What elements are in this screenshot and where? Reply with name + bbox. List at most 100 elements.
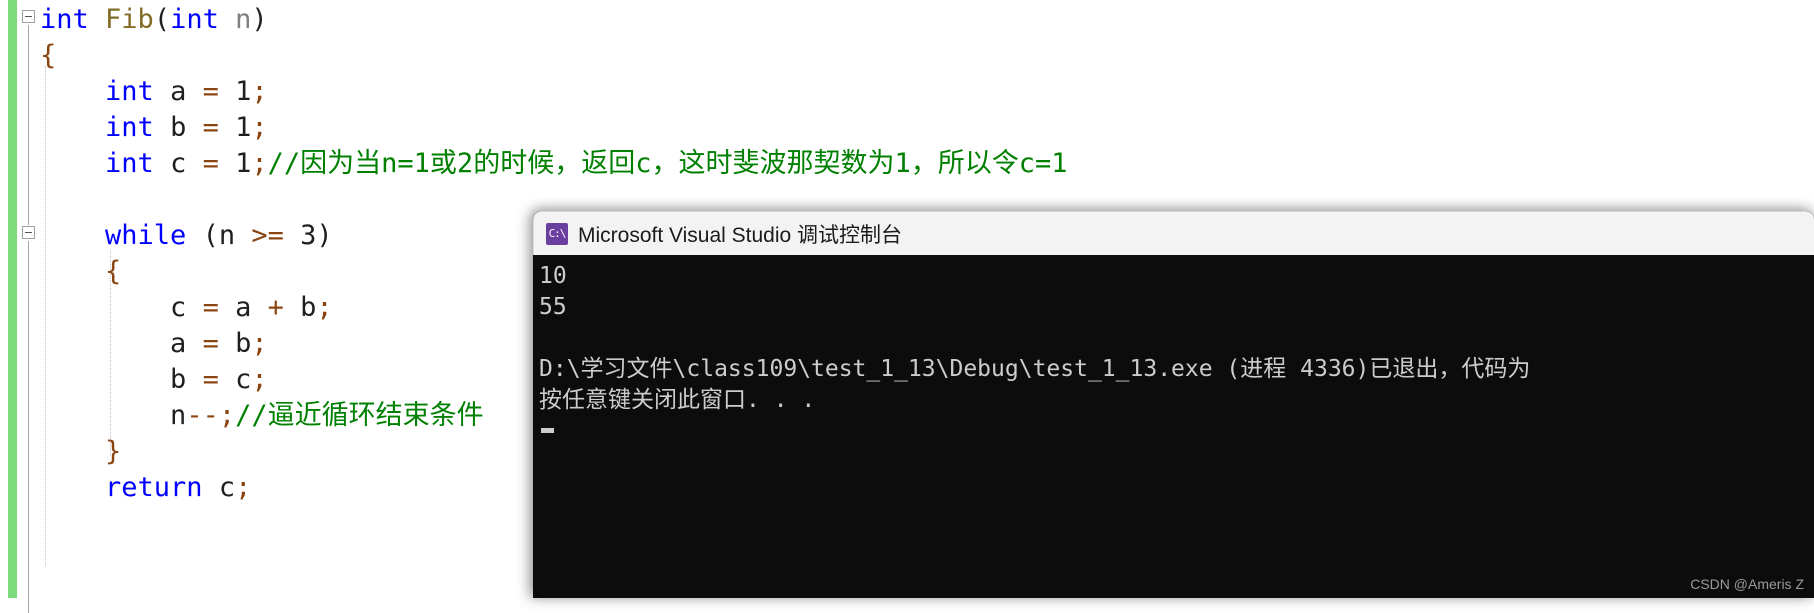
code-token-id: a — [170, 328, 203, 359]
code-token-id: b — [218, 328, 252, 359]
code-token-op: = — [202, 292, 219, 323]
code-line[interactable]: while (n >= 3) — [40, 218, 333, 254]
code-token-punct — [40, 436, 105, 467]
code-token-punct — [40, 256, 105, 287]
change-bar — [8, 140, 17, 320]
code-token-semi: ; — [218, 400, 236, 431]
code-token-punct — [89, 4, 105, 35]
code-token-op: = — [202, 112, 219, 143]
code-token-op: + — [267, 292, 284, 323]
code-token-id: b — [283, 292, 317, 323]
code-token-op: >= — [251, 220, 284, 251]
code-line[interactable]: return c; — [40, 470, 251, 506]
code-token-punct — [40, 472, 105, 503]
code-token-id — [235, 220, 251, 251]
code-token-punct — [40, 364, 170, 395]
editor-glyph-margin[interactable] — [0, 0, 40, 598]
code-token-punct — [40, 400, 170, 431]
code-token-param: n — [235, 4, 252, 35]
console-title-text: Microsoft Visual Studio 调试控制台 — [578, 223, 903, 247]
code-token-brace: { — [40, 40, 57, 71]
watermark-label: CSDN @Ameris Z — [1690, 576, 1804, 592]
code-line[interactable]: int c = 1;//因为当n=1或2的时候，返回c，这时斐波那契数为1，所以… — [40, 146, 1067, 182]
code-token-punct: ) — [251, 4, 268, 35]
code-token-semi: ; — [251, 328, 268, 359]
code-token-id: c — [202, 472, 236, 503]
code-token-id: c — [170, 292, 203, 323]
outlining-collapse-icon[interactable] — [22, 10, 35, 23]
code-token-id — [219, 76, 235, 107]
code-line[interactable]: a = b; — [40, 326, 268, 362]
code-token-cmt: //逼近循环结束条件 — [235, 400, 484, 431]
console-output-line: 10 — [539, 263, 567, 289]
code-token-num: 3 — [300, 220, 317, 251]
code-token-fn: Fib — [105, 4, 154, 35]
code-token-id: b — [170, 364, 203, 395]
code-token-semi: ; — [316, 292, 333, 323]
code-token-punct — [40, 220, 105, 251]
code-token-kw: int — [170, 4, 219, 35]
console-output-area[interactable]: 10 55 D:\学习文件\class109\test_1_13\Debug\tes… — [533, 255, 1814, 598]
change-bar — [8, 48, 17, 90]
code-token-id: n — [170, 400, 187, 431]
code-token-op: -- — [186, 400, 219, 431]
code-token-num: 1 — [235, 148, 252, 179]
code-token-op: = — [202, 76, 219, 107]
debug-console-window[interactable]: C:\ Microsoft Visual Studio 调试控制台 10 55 D:… — [533, 211, 1814, 598]
code-token-semi: ; — [251, 148, 268, 179]
change-bar — [8, 90, 17, 140]
code-line[interactable]: int b = 1; — [40, 110, 268, 146]
code-token-id: a — [153, 76, 203, 107]
code-token-punct — [40, 328, 170, 359]
code-token-kw: int — [40, 4, 89, 35]
code-token-punct: ) — [316, 220, 333, 251]
code-line[interactable]: int Fib(int n) — [40, 2, 268, 38]
code-token-kw: int — [105, 112, 154, 143]
code-token-punct — [219, 4, 235, 35]
code-token-punct — [40, 112, 105, 143]
console-title-bar[interactable]: C:\ Microsoft Visual Studio 调试控制台 — [533, 211, 1814, 255]
code-token-punct — [40, 148, 105, 179]
outlining-collapse-icon[interactable] — [22, 226, 35, 239]
code-token-id: b — [153, 112, 203, 143]
code-line[interactable]: { — [40, 38, 56, 74]
code-token-num: 1 — [235, 112, 252, 143]
console-app-icon: C:\ — [546, 222, 568, 245]
code-token-punct — [40, 292, 170, 323]
code-line[interactable]: { — [40, 254, 121, 290]
code-token-kw: while — [105, 220, 187, 251]
console-output-line: D:\学习文件\class109\test_1_13\Debug\test_1_… — [539, 356, 1531, 382]
code-token-punct: ( — [186, 220, 219, 251]
code-token-id — [219, 148, 235, 179]
code-line[interactable]: n--;//逼近循环结束条件 — [40, 398, 484, 434]
code-token-punct: ( — [153, 4, 171, 35]
code-token-id: a — [218, 292, 268, 323]
code-token-kw: int — [105, 148, 154, 179]
code-token-semi: ; — [251, 364, 268, 395]
console-output-line: 按任意键关闭此窗口. . . — [539, 387, 816, 413]
code-token-id — [219, 112, 235, 143]
console-icon-glyph: C:\ — [548, 226, 567, 240]
code-token-semi: ; — [251, 76, 268, 107]
console-output-line: 55 — [539, 294, 567, 320]
code-token-cmt: //因为当n=1或2的时候，返回c，这时斐波那契数为1，所以令c=1 — [267, 148, 1068, 179]
code-token-op: = — [202, 148, 219, 179]
code-line[interactable]: } — [40, 434, 121, 470]
code-token-brace: } — [105, 436, 122, 467]
change-bar — [8, 0, 17, 48]
code-token-punct — [40, 76, 105, 107]
code-token-num: 1 — [235, 76, 252, 107]
code-line[interactable]: int a = 1; — [40, 74, 268, 110]
code-line[interactable]: b = c; — [40, 362, 268, 398]
code-line[interactable]: c = a + b; — [40, 290, 333, 326]
code-token-semi: ; — [235, 472, 252, 503]
code-token-id: c — [218, 364, 252, 395]
outlining-guide-line — [28, 241, 29, 613]
code-token-id — [284, 220, 300, 251]
code-token-brace: { — [105, 256, 122, 287]
code-token-kw: return — [105, 472, 203, 503]
code-token-kw: int — [105, 76, 154, 107]
code-token-op: = — [202, 364, 219, 395]
code-token-op: = — [202, 328, 219, 359]
